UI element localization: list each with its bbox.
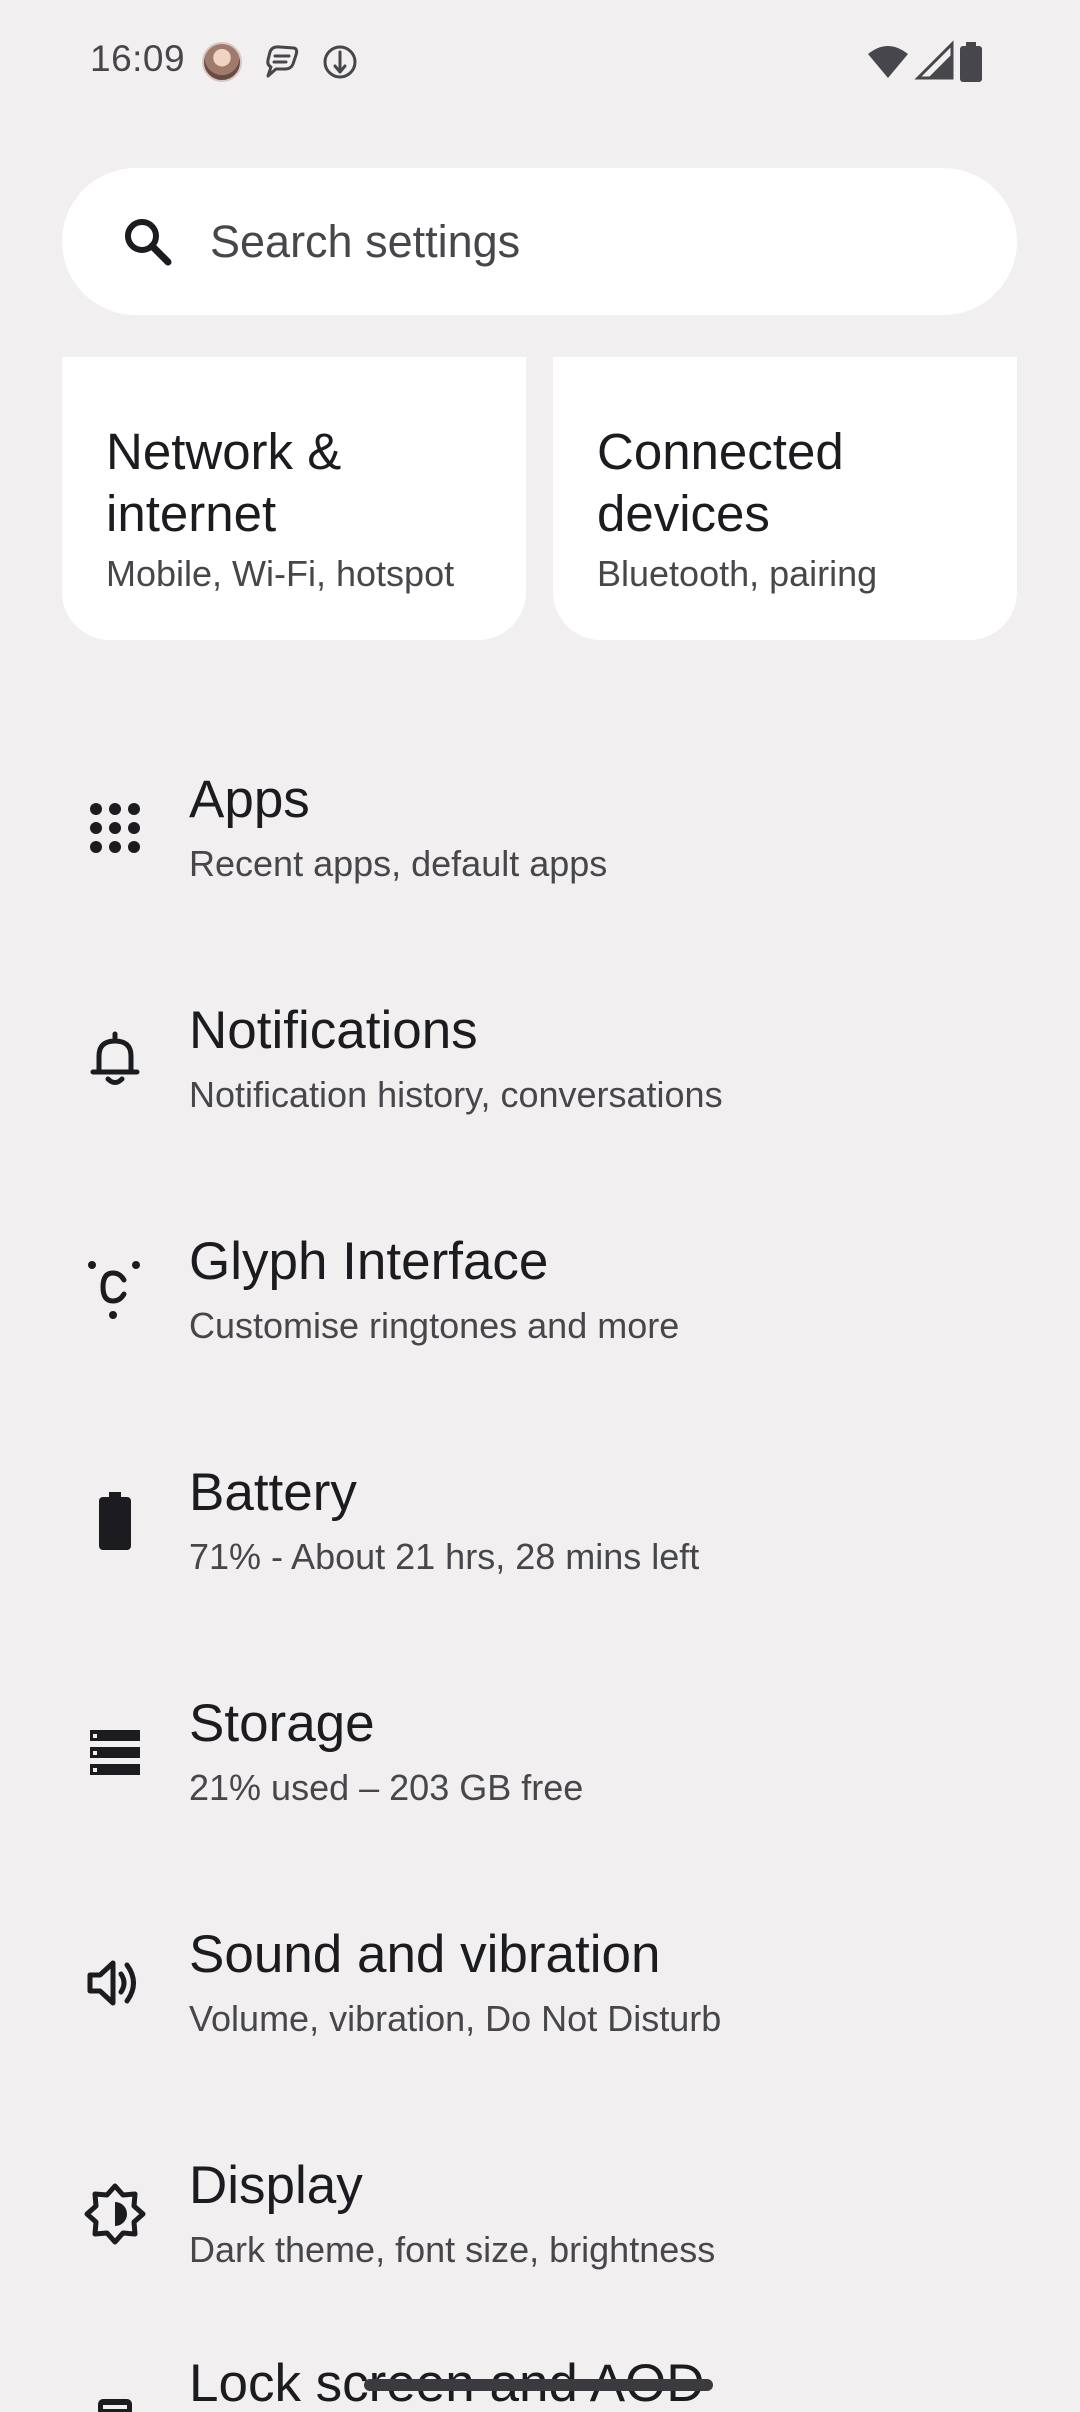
search-bar[interactable] (62, 168, 1017, 315)
search-input[interactable]: Search settings (210, 216, 520, 268)
settings-item-glyph-interface[interactable]: Glyph Interface Customise ringtones and … (0, 1191, 1080, 1422)
cellular-signal-icon (914, 40, 954, 80)
card-title: Connected devices (597, 423, 844, 542)
battery-icon (960, 42, 982, 82)
settings-item-notifications[interactable]: Notifications Notification history, conv… (0, 960, 1080, 1191)
item-subtitle: 71% - About 21 hrs, 28 mins left (189, 1536, 700, 1577)
bell-icon (90, 1031, 140, 1085)
card-subtitle: Bluetooth, pairing (597, 553, 878, 594)
item-subtitle: Volume, vibration, Do Not Disturb (189, 1998, 722, 2039)
apps-grid-icon (90, 803, 140, 853)
item-title: Notifications (189, 1001, 478, 1060)
settings-item-display[interactable]: Display Dark theme, font size, brightnes… (0, 2115, 1080, 2346)
card-title: Network & internet (106, 423, 342, 542)
card-subtitle: Mobile, Wi-Fi, hotspot (106, 553, 455, 594)
item-subtitle: Customise ringtones and more (189, 1305, 680, 1346)
item-subtitle: Notification history, conversations (189, 1074, 723, 1115)
brightness-icon (84, 2183, 146, 2245)
settings-item-sound-vibration[interactable]: Sound and vibration Volume, vibration, D… (0, 1884, 1080, 2115)
settings-item-lock-screen[interactable]: Lock screen and AOD (0, 2333, 1080, 2412)
speaker-icon (87, 1960, 136, 2006)
vpn-key-icon (323, 45, 357, 79)
settings-item-storage[interactable]: Storage 21% used – 203 GB free (0, 1653, 1080, 1884)
status-bar: 16:09 (0, 0, 1080, 125)
home-indicator[interactable] (364, 2379, 713, 2391)
avatar-icon (202, 42, 242, 82)
chat-icon (266, 45, 299, 78)
item-title: Battery (189, 1463, 357, 1522)
item-title: Sound and vibration (189, 1925, 661, 1984)
item-subtitle: Dark theme, font size, brightness (189, 2229, 716, 2270)
item-title: Glyph Interface (189, 1232, 549, 1291)
settings-item-battery[interactable]: Battery 71% - About 21 hrs, 28 mins left (0, 1422, 1080, 1653)
settings-item-apps[interactable]: Apps Recent apps, default apps (0, 729, 1080, 960)
battery-icon (99, 1492, 131, 1550)
item-subtitle: Recent apps, default apps (189, 843, 608, 884)
wifi-icon (868, 46, 908, 78)
item-title: Display (189, 2156, 363, 2215)
item-title: Storage (189, 1694, 375, 1753)
storage-icon (90, 1730, 140, 1775)
item-subtitle: 21% used – 203 GB free (189, 1767, 584, 1808)
item-title: Apps (189, 770, 310, 829)
lock-screen-icon (98, 2399, 132, 2412)
status-time: 16:09 (90, 38, 186, 79)
search-icon (125, 219, 172, 266)
card-connected-devices[interactable]: Connected devices Bluetooth, pairing (553, 357, 1017, 640)
card-network-internet[interactable]: Network & internet Mobile, Wi-Fi, hotspo… (62, 357, 526, 640)
glyph-icon (88, 1261, 140, 1319)
